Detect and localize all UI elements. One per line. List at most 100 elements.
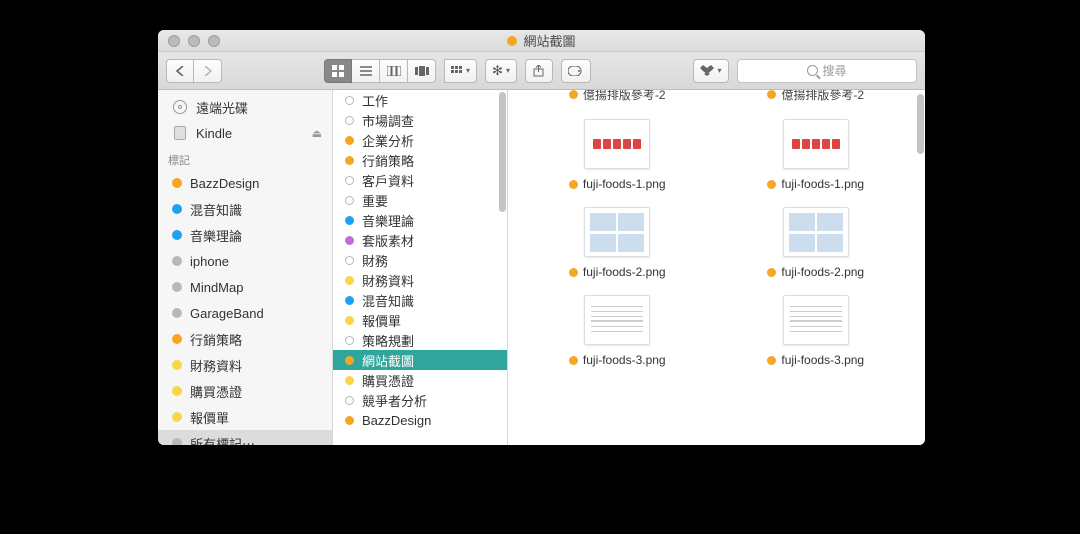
tag-list-item[interactable]: 網站截圖 bbox=[333, 350, 507, 370]
tag-list-item[interactable]: 競爭者分析 bbox=[333, 390, 507, 410]
sidebar-item-label: 財務資料 bbox=[190, 356, 242, 375]
sidebar-tag-item[interactable]: 報價單 bbox=[158, 404, 332, 430]
sidebar-item-label: MindMap bbox=[190, 280, 243, 295]
tag-dot-icon bbox=[345, 376, 354, 385]
sidebar-item-label: 報價單 bbox=[190, 408, 229, 427]
tag-list-item[interactable]: 行銷策略 bbox=[333, 150, 507, 170]
sidebar-tag-item[interactable]: 行銷策略 bbox=[158, 326, 332, 352]
view-mode-buttons bbox=[324, 59, 436, 83]
tag-dot-icon bbox=[172, 334, 182, 344]
back-button[interactable] bbox=[166, 59, 194, 83]
sidebar-tag-item[interactable]: BazzDesign bbox=[158, 170, 332, 196]
file-name: 億揚排版參考-2 bbox=[583, 90, 666, 103]
tag-dot-icon bbox=[172, 360, 182, 370]
title-tag-dot bbox=[507, 36, 517, 46]
titlebar[interactable]: 網站截圖 bbox=[158, 30, 925, 52]
tag-list-item[interactable]: 重要 bbox=[333, 190, 507, 210]
tag-dot-icon bbox=[767, 356, 776, 365]
share-button[interactable] bbox=[525, 59, 553, 83]
tags-button[interactable] bbox=[561, 59, 591, 83]
file-name: fuji-foods-2.png bbox=[781, 265, 864, 279]
coverflow-view-button[interactable] bbox=[408, 59, 436, 83]
list-item-label: 市場調查 bbox=[362, 111, 414, 130]
sidebar-device-remote-disc[interactable]: 遠端光碟 bbox=[158, 94, 332, 120]
list-item-label: 財務 bbox=[362, 251, 388, 270]
tag-dot-icon bbox=[345, 276, 354, 285]
list-item-label: 工作 bbox=[362, 91, 388, 110]
tag-list-item[interactable]: 市場調查 bbox=[333, 110, 507, 130]
list-item-label: 財務資料 bbox=[362, 271, 414, 290]
file-item[interactable]: 億揚排版參考-2 bbox=[717, 90, 916, 109]
window-controls bbox=[158, 35, 220, 47]
eject-icon[interactable]: ⏏ bbox=[312, 127, 322, 140]
icon-view-button[interactable] bbox=[324, 59, 352, 83]
sidebar-tag-item[interactable]: 所有標記⋯ bbox=[158, 430, 332, 445]
tag-dot-icon bbox=[345, 116, 354, 125]
minimize-button[interactable] bbox=[188, 35, 200, 47]
tag-list-item[interactable]: 購買憑證 bbox=[333, 370, 507, 390]
tag-dot-icon bbox=[345, 296, 354, 305]
sidebar-item-label: BazzDesign bbox=[190, 176, 259, 191]
tag-dot-icon bbox=[569, 356, 578, 365]
tag-list-item[interactable]: 客戶資料 bbox=[333, 170, 507, 190]
file-name: fuji-foods-1.png bbox=[781, 177, 864, 191]
tag-list-item[interactable]: 企業分析 bbox=[333, 130, 507, 150]
tag-list-item[interactable]: 套版素材 bbox=[333, 230, 507, 250]
search-field[interactable]: 搜尋 bbox=[737, 59, 917, 83]
sidebar-tag-item[interactable]: 混音知識 bbox=[158, 196, 332, 222]
sidebar-item-label: 所有標記⋯ bbox=[190, 434, 255, 446]
sidebar-item-label: iphone bbox=[190, 254, 229, 269]
sidebar-tag-item[interactable]: 財務資料 bbox=[158, 352, 332, 378]
tag-dot-icon bbox=[345, 176, 354, 185]
arrange-button-group: ▾ bbox=[444, 59, 477, 83]
sidebar-tag-item[interactable]: 購買憑證 bbox=[158, 378, 332, 404]
sidebar-tag-item[interactable]: iphone bbox=[158, 248, 332, 274]
list-item-label: 行銷策略 bbox=[362, 151, 414, 170]
file-item[interactable]: fuji-foods-1.png bbox=[717, 109, 916, 197]
tag-list-column[interactable]: 工作 市場調查 企業分析 行銷策略 客戶資料 重要 音樂理論 套版素材 財務 財… bbox=[333, 90, 508, 445]
tag-list-item[interactable]: 音樂理論 bbox=[333, 210, 507, 230]
tag-dot-icon bbox=[345, 336, 354, 345]
tag-list-item[interactable]: 策略規劃 bbox=[333, 330, 507, 350]
file-item[interactable]: fuji-foods-2.png bbox=[717, 197, 916, 285]
toolbar: ▾ ✻▾ ▾ 搜尋 bbox=[158, 52, 925, 90]
file-name: 億揚排版參考-2 bbox=[781, 90, 864, 103]
file-item[interactable]: fuji-foods-1.png bbox=[518, 109, 717, 197]
tag-dot-icon bbox=[172, 230, 182, 240]
file-item[interactable]: fuji-foods-3.png bbox=[717, 285, 916, 373]
tag-dot-icon bbox=[345, 356, 354, 365]
sidebar-tag-item[interactable]: GarageBand bbox=[158, 300, 332, 326]
tag-list-item[interactable]: BazzDesign bbox=[333, 410, 507, 430]
sidebar[interactable]: 遠端光碟 Kindle ⏏ 標記 BazzDesign 混音知識 音樂理論 ip… bbox=[158, 90, 333, 445]
sidebar-tag-item[interactable]: 音樂理論 bbox=[158, 222, 332, 248]
tag-list-item[interactable]: 工作 bbox=[333, 90, 507, 110]
sidebar-device-kindle[interactable]: Kindle ⏏ bbox=[158, 120, 332, 146]
forward-button[interactable] bbox=[194, 59, 222, 83]
tag-dot-icon bbox=[569, 180, 578, 189]
scrollbar[interactable] bbox=[499, 92, 506, 212]
tag-list-item[interactable]: 報價單 bbox=[333, 310, 507, 330]
sidebar-item-label: GarageBand bbox=[190, 306, 264, 321]
action-button[interactable]: ✻▾ bbox=[485, 59, 517, 83]
file-item[interactable]: 億揚排版參考-2 bbox=[518, 90, 717, 109]
zoom-button[interactable] bbox=[208, 35, 220, 47]
arrange-button[interactable]: ▾ bbox=[444, 59, 477, 83]
sidebar-tag-item[interactable]: MindMap bbox=[158, 274, 332, 300]
tag-list-item[interactable]: 財務資料 bbox=[333, 270, 507, 290]
file-item[interactable]: fuji-foods-3.png bbox=[518, 285, 717, 373]
file-thumbnail bbox=[783, 207, 849, 257]
list-view-button[interactable] bbox=[352, 59, 380, 83]
column-view-button[interactable] bbox=[380, 59, 408, 83]
scrollbar[interactable] bbox=[917, 94, 924, 154]
tag-list-item[interactable]: 混音知識 bbox=[333, 290, 507, 310]
tag-list-item[interactable]: 財務 bbox=[333, 250, 507, 270]
tag-dot-icon bbox=[345, 236, 354, 245]
finder-window: 網站截圖 bbox=[158, 30, 925, 445]
sidebar-item-label: 行銷策略 bbox=[190, 330, 242, 349]
search-placeholder: 搜尋 bbox=[822, 62, 846, 79]
file-grid[interactable]: 億揚排版參考-2億揚排版參考-2 fuji-foods-1.pngfuji-fo… bbox=[508, 90, 925, 445]
close-button[interactable] bbox=[168, 35, 180, 47]
dropbox-button[interactable]: ▾ bbox=[693, 59, 729, 83]
file-item[interactable]: fuji-foods-2.png bbox=[518, 197, 717, 285]
list-item-label: 客戶資料 bbox=[362, 171, 414, 190]
